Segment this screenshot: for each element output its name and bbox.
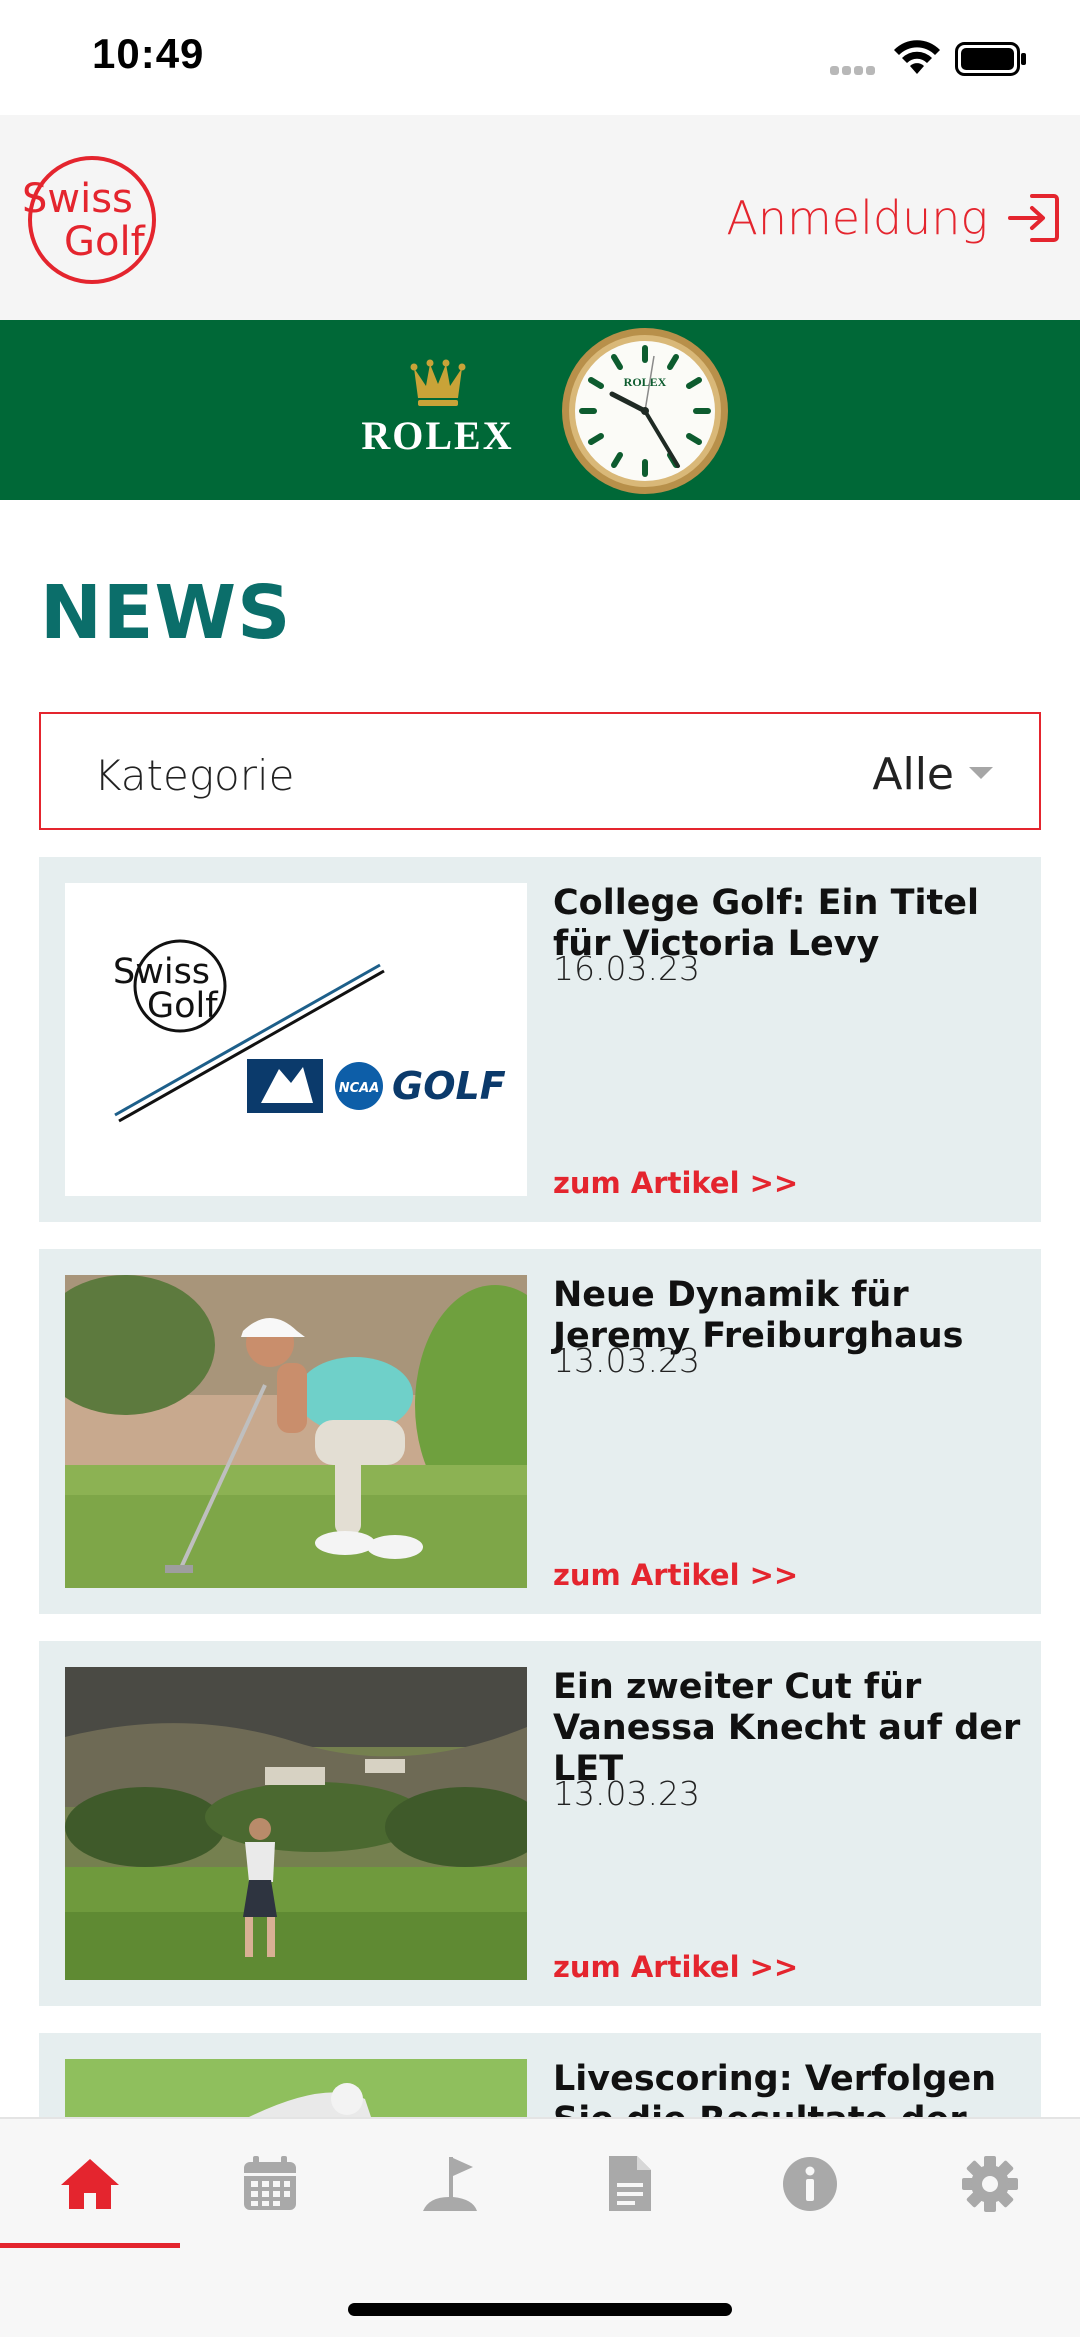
- flag-icon: [423, 2157, 477, 2211]
- news-list: Swiss Golf NCAA GOLF College Golf: Ein T…: [39, 857, 1041, 2337]
- svg-text:Golf: Golf: [64, 219, 146, 265]
- svg-text:ROLEX: ROLEX: [624, 375, 667, 389]
- gear-icon: [962, 2156, 1018, 2212]
- news-card[interactable]: Swiss Golf NCAA GOLF College Golf: Ein T…: [39, 857, 1041, 1222]
- category-selected-value: Alle: [872, 749, 954, 800]
- svg-text:Swiss: Swiss: [22, 176, 133, 222]
- read-article-link[interactable]: zum Artikel >>: [553, 1166, 798, 1200]
- crown-icon: [410, 359, 465, 406]
- category-label: Kategorie: [94, 751, 295, 800]
- page-title: NEWS: [40, 570, 292, 656]
- document-icon: [609, 2156, 651, 2211]
- svg-text:NCAA: NCAA: [339, 1081, 380, 1096]
- news-thumbnail-swissgolf-ncaa: Swiss Golf NCAA GOLF: [65, 883, 527, 1196]
- news-thumbnail-golfer-putt: [65, 1275, 527, 1588]
- app-header: Swiss Golf Anmeldung: [0, 115, 1080, 320]
- chevron-down-icon: [969, 767, 993, 779]
- calendar-icon: [244, 2156, 296, 2210]
- clock-icon: ROLEX: [562, 328, 728, 494]
- home-indicator[interactable]: [348, 2303, 732, 2316]
- news-thumbnail-golfer-course: [65, 1667, 527, 1980]
- news-card[interactable]: Neue Dynamik für Jeremy Freiburghaus 13.…: [39, 1249, 1041, 1614]
- tab-info[interactable]: [720, 2119, 900, 2249]
- news-date: 13.03.23: [553, 1341, 700, 1380]
- login-icon: [1008, 194, 1059, 242]
- rolex-logo: ROLEX: [345, 358, 530, 468]
- swiss-golf-logo[interactable]: Swiss Golf: [20, 150, 170, 285]
- rolex-wordmark: ROLEX: [361, 413, 514, 458]
- info-icon: [783, 2157, 837, 2211]
- read-article-link[interactable]: zum Artikel >>: [553, 1558, 798, 1592]
- news-date: 13.03.23: [553, 1774, 700, 1813]
- news-date: 16.03.23: [553, 949, 700, 988]
- active-tab-indicator: [0, 2243, 180, 2248]
- svg-text:GOLF: GOLF: [392, 1064, 506, 1108]
- read-article-link[interactable]: zum Artikel >>: [553, 1950, 798, 1984]
- tab-settings[interactable]: [900, 2119, 1080, 2249]
- status-time: 10:49: [92, 30, 205, 77]
- login-label: Anmeldung: [726, 191, 988, 245]
- news-card[interactable]: Ein zweiter Cut für Vanessa Knecht auf d…: [39, 1641, 1041, 2006]
- category-filter-select[interactable]: Kategorie Alle: [39, 712, 1041, 830]
- wifi-icon: [894, 40, 940, 74]
- tab-documents[interactable]: [540, 2119, 720, 2249]
- tab-golf-course[interactable]: [360, 2119, 540, 2249]
- cellular-signal-icon: [830, 62, 880, 75]
- login-button[interactable]: Anmeldung: [726, 190, 1062, 246]
- sponsor-banner[interactable]: ROLEX ROLEX: [0, 320, 1080, 500]
- battery-icon: [955, 42, 1026, 76]
- news-title: Ein zweiter Cut für Vanessa Knecht auf d…: [553, 1667, 1021, 1789]
- tab-home[interactable]: [0, 2119, 180, 2249]
- home-icon: [61, 2159, 119, 2209]
- tab-calendar[interactable]: [180, 2119, 360, 2249]
- svg-text:Golf: Golf: [147, 986, 218, 1026]
- status-bar: 10:49: [0, 0, 1080, 115]
